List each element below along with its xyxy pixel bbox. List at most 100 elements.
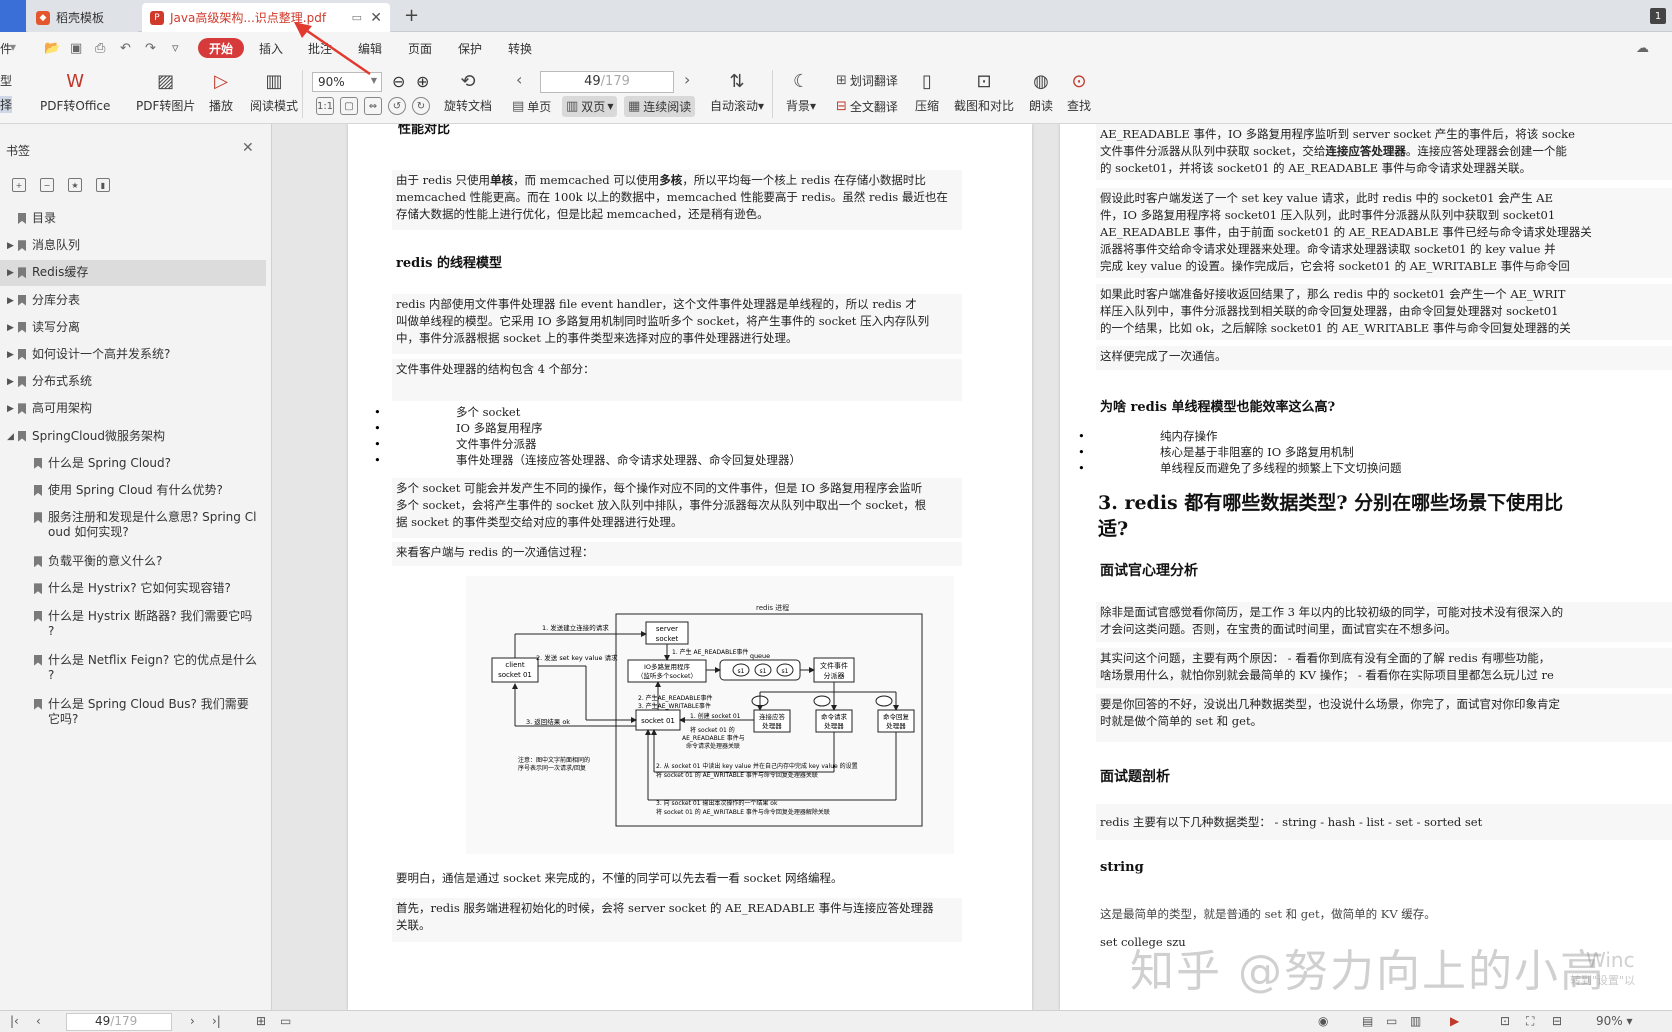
single-view-icon[interactable]: ▤ [1362, 1014, 1373, 1028]
expand-all-icon[interactable]: + [12, 178, 26, 192]
cloud-icon[interactable]: ☁ [1636, 41, 1649, 56]
collapse-all-icon[interactable]: − [40, 178, 54, 192]
actual-size-icon[interactable]: 1:1 [316, 97, 334, 115]
bookmark-item[interactable]: ▶ 消息队列 [0, 233, 266, 259]
menu-page[interactable]: 页面 [408, 40, 432, 57]
bookmark-item[interactable]: ▶ 如何设计一个高并发系统? [0, 342, 266, 368]
menu-insert[interactable]: 插入 [259, 40, 283, 57]
toolbar-cut-bottom[interactable]: 择 [0, 96, 13, 113]
double-view-icon[interactable]: ▥ [1410, 1014, 1421, 1028]
pdf-to-image-button[interactable]: ▨ PDF转图片 [136, 68, 195, 114]
bookmark-item[interactable]: ▶ 读写分离 [0, 315, 266, 341]
next-page-icon[interactable]: › [190, 1014, 195, 1028]
fit-icon[interactable]: ⊡ [1500, 1014, 1510, 1028]
word-translate-button[interactable]: ⊞ 划词翻译 [836, 72, 898, 89]
zoom-in-icon[interactable]: ⊕ [416, 72, 429, 91]
button-label: PDF转Office [40, 99, 111, 113]
fit-page-icon[interactable]: ▢ [340, 97, 358, 115]
continuous-read-button[interactable]: ▦ 连续阅读 [624, 96, 696, 117]
redo-icon[interactable]: ↷ [145, 41, 156, 56]
single-page-button[interactable]: ▤ 单页 [512, 98, 551, 115]
bookmark-item[interactable]: 什么是 Netflix Feign? 它的优点是什么? [0, 648, 266, 682]
button-label: 背景▾ [786, 99, 817, 113]
paragraph: 其实问这个问题，主要有两个原因： - 看看你到底有没有全面的了解 redis 有… [1096, 648, 1672, 688]
list-item: 单线程反而避免了多线程的频繁上下文切换问题 [1078, 460, 1660, 476]
rotate-document-button[interactable]: ⟲ 旋转文档 [444, 68, 492, 114]
fit-width-icon[interactable]: ⇔ [364, 97, 382, 115]
svg-text:1. 创建 socket 01: 1. 创建 socket 01 [690, 712, 741, 720]
chevron-right-icon[interactable]: ▶ [7, 293, 14, 310]
full-translate-button[interactable]: ⊟ 全文翻译 [836, 98, 898, 115]
eye-icon[interactable]: ◉ [1318, 1014, 1328, 1028]
last-page-icon[interactable]: ›| [212, 1014, 221, 1028]
chevron-right-icon[interactable]: ▶ [7, 320, 14, 337]
prev-page-icon[interactable]: ‹ [516, 70, 522, 89]
auto-scroll-button[interactable]: ⇅ 自动滚动▾ [710, 68, 764, 114]
screenshot-compare-button[interactable]: ⊡ 截图和对比 [954, 68, 1014, 114]
read-aloud-button[interactable]: ◍ 朗读 [1028, 68, 1054, 114]
bookmark-item[interactable]: 什么是 Hystrix? 它如何实现容错? [0, 576, 266, 602]
chevron-right-icon[interactable]: ▶ [7, 347, 14, 364]
status-zoom[interactable]: 90% ▾ [1596, 1014, 1633, 1028]
page-view-icon[interactable]: ▭ [1386, 1014, 1397, 1028]
actual-icon[interactable]: ⊟ [1552, 1014, 1562, 1028]
window-count-badge[interactable]: 1 [1650, 8, 1666, 24]
chevron-right-icon[interactable]: ▶ [7, 374, 14, 391]
fullscreen-icon[interactable]: ⛶ [1526, 1014, 1534, 1029]
menu-protect[interactable]: 保护 [458, 40, 482, 57]
bookmark-item[interactable]: ▶ Redis缓存 [0, 260, 266, 287]
chevron-right-icon[interactable]: ▶ [7, 238, 14, 255]
menu-start[interactable]: 开始 [198, 38, 244, 58]
menu-convert[interactable]: 转换 [508, 40, 532, 57]
status-page-input[interactable]: 49/179 [66, 1013, 172, 1031]
insert-page-icon[interactable]: ⊞ [256, 1014, 266, 1028]
prev-page-icon[interactable]: ‹ [36, 1014, 41, 1028]
bookmark-label: 负载平衡的意义什么? [48, 554, 163, 569]
more-icon[interactable]: ▿ [172, 41, 179, 56]
play-icon[interactable]: ▶ [1450, 1014, 1459, 1028]
bookmark-icon[interactable]: ▮ [96, 178, 110, 192]
bookmark-item[interactable]: 负载平衡的意义什么? [0, 549, 266, 575]
bookmark-label: 消息队列 [32, 238, 81, 253]
next-page-icon[interactable]: › [684, 70, 690, 89]
undo-icon[interactable]: ↶ [120, 41, 131, 56]
compress-button[interactable]: ▯ 压缩 [914, 68, 940, 114]
double-page-button[interactable]: ▥ 双页 ▼ [562, 96, 618, 117]
bookmark-label: 目录 [32, 211, 57, 225]
menu-dropdown-icon[interactable]: ▾ [10, 40, 16, 54]
bookmark-item[interactable]: ▶ 分库分表 [0, 288, 266, 314]
save-icon[interactable]: ▣ [70, 41, 82, 56]
tab-template[interactable]: ◆ 稻壳模板 [28, 3, 138, 32]
page-number-input[interactable]: 49/179 [540, 71, 674, 93]
bookmark-item[interactable]: ▶ 分布式系统 [0, 369, 266, 395]
bookmark-item[interactable]: 目录 [0, 206, 266, 232]
chevron-right-icon[interactable]: ▶ [7, 401, 14, 418]
bookmark-item[interactable]: ▶ 高可用架构 [0, 396, 266, 422]
svg-text:命令回复: 命令回复 [883, 712, 910, 721]
open-icon[interactable]: 📂 [44, 41, 60, 56]
bookmark-item[interactable]: 什么是 Spring Cloud? [0, 451, 266, 477]
bookmark-item[interactable]: 服务注册和发现是什么意思? Spring Cl oud 如何实现? [0, 505, 266, 539]
bookmark-item[interactable]: 什么是 Spring Cloud Bus? 我们需要 它吗? [0, 692, 266, 726]
play-button[interactable]: ▷ 播放 [208, 68, 234, 114]
add-bookmark-icon[interactable]: ★ [68, 178, 82, 192]
page-icon[interactable]: ▭ [280, 1014, 291, 1028]
background-button[interactable]: ☾ 背景▾ [786, 68, 816, 114]
bookmark-item[interactable]: 使用 Spring Cloud 有什么优势? [0, 478, 266, 504]
app-menu-strip[interactable] [0, 0, 26, 32]
rotate-right-icon[interactable]: ↻ [412, 97, 430, 115]
chevron-right-icon[interactable]: ▶ [7, 265, 14, 282]
button-label: 自动滚动▾ [710, 99, 765, 113]
chevron-down-icon[interactable]: ◢ [7, 429, 14, 446]
first-page-icon[interactable]: |‹ [10, 1014, 19, 1028]
find-button[interactable]: ⊙ 查找 [1066, 68, 1092, 114]
bookmark-item[interactable]: 什么是 Hystrix 断路器? 我们需要它吗? [0, 604, 266, 638]
print-icon[interactable]: ⎙ [95, 41, 105, 56]
new-tab-icon[interactable]: + [404, 5, 419, 26]
bookmark-item[interactable]: ◢ SpringCloud微服务架构 [0, 424, 266, 450]
rotate-left-icon[interactable]: ↺ [388, 97, 406, 115]
toolbar-cut-top[interactable]: 型 [0, 72, 12, 89]
document-viewport[interactable]: 性能对比 由于 redis 只使用单核，而 memcached 可以使用多核，所… [272, 124, 1672, 1010]
close-icon[interactable]: ✕ [242, 140, 254, 156]
pdf-to-office-button[interactable]: W PDF转Office [40, 68, 110, 114]
